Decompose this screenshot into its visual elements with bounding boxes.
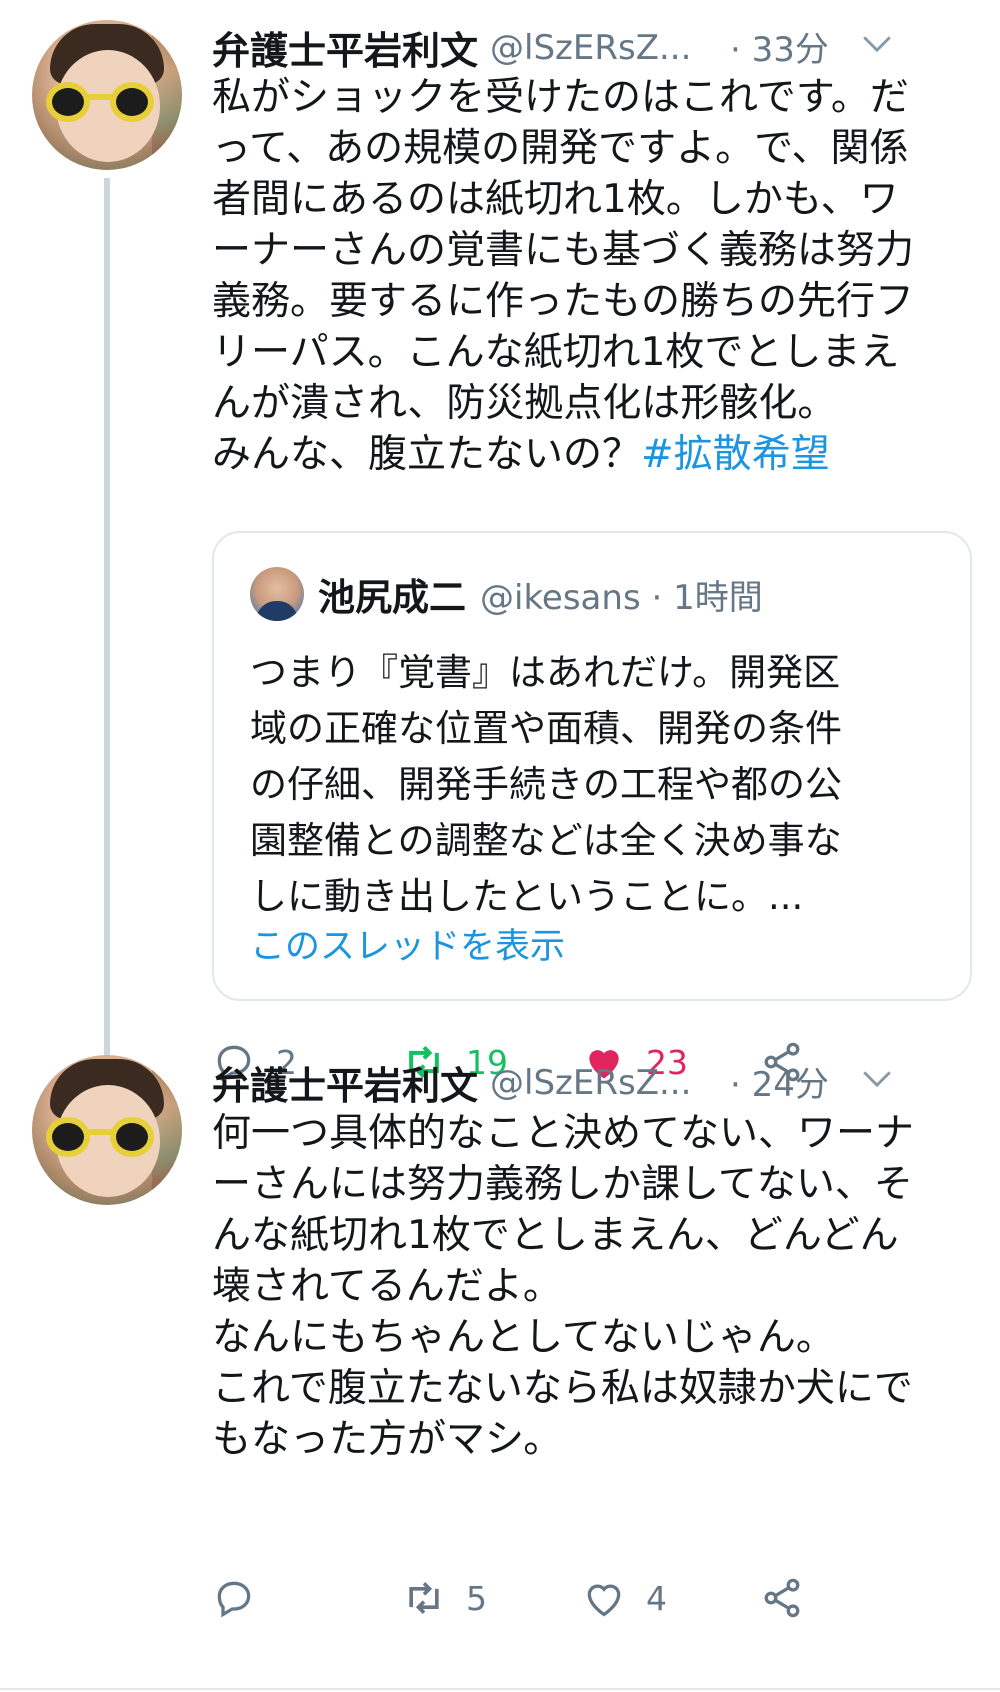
- chevron-down-icon[interactable]: [860, 26, 894, 60]
- hashtag-link[interactable]: #拡散希望: [641, 432, 830, 477]
- display-name[interactable]: 弁護士平岩利文: [212, 1055, 478, 1110]
- tweet-text: 私がショックを受けたのはこれです。だ って、あの規模の開発ですよ。で、関係 者間…: [212, 75, 915, 477]
- retweet-button[interactable]: 5: [402, 1576, 487, 1620]
- tweet-actions: 5 4: [212, 1576, 972, 1636]
- user-handle[interactable]: @lSzERsZ...: [490, 1063, 691, 1103]
- timestamp[interactable]: · 24分: [730, 1057, 829, 1106]
- quoted-tweet[interactable]: 池尻成二 @ikesans · 1時間 つまり『覚書』はあれだけ。開発区 域の正…: [212, 531, 972, 1001]
- thread-connector-line: [104, 178, 110, 1126]
- quoted-avatar: [250, 567, 304, 621]
- tweet-header: 弁護士平岩利文 @lSzERsZ...: [212, 1055, 691, 1110]
- user-handle[interactable]: @lSzERsZ...: [490, 28, 691, 68]
- avatar[interactable]: [32, 1055, 182, 1205]
- avatar[interactable]: [32, 20, 182, 170]
- like-button[interactable]: 4: [582, 1576, 667, 1620]
- heart-icon: [587, 1584, 621, 1617]
- tweet-header: 弁護士平岩利文 @lSzERsZ...: [212, 20, 691, 75]
- reply-icon: [217, 1581, 251, 1618]
- display-name[interactable]: 弁護士平岩利文: [212, 20, 478, 75]
- divider: [0, 1688, 1000, 1690]
- quoted-handle-time: @ikesans · 1時間: [480, 577, 763, 618]
- retweet-icon: [409, 1582, 439, 1614]
- reply-button[interactable]: [212, 1576, 276, 1620]
- timestamp[interactable]: · 33分: [730, 22, 829, 71]
- chevron-down-icon[interactable]: [860, 1061, 894, 1095]
- quoted-text: つまり『覚書』はあれだけ。開発区 域の正確な位置や面積、開発の条件 の仔細、開発…: [250, 651, 842, 918]
- show-thread-link[interactable]: このスレッドを表示: [250, 918, 565, 969]
- share-button[interactable]: [760, 1576, 804, 1620]
- tweet-text: 何一つ具体的なこと決めてない、ワーナ ーさんには努力義務しか課してない、そ んな…: [212, 1111, 915, 1462]
- quoted-display-name: 池尻成二: [318, 576, 466, 619]
- share-icon: [764, 1578, 800, 1618]
